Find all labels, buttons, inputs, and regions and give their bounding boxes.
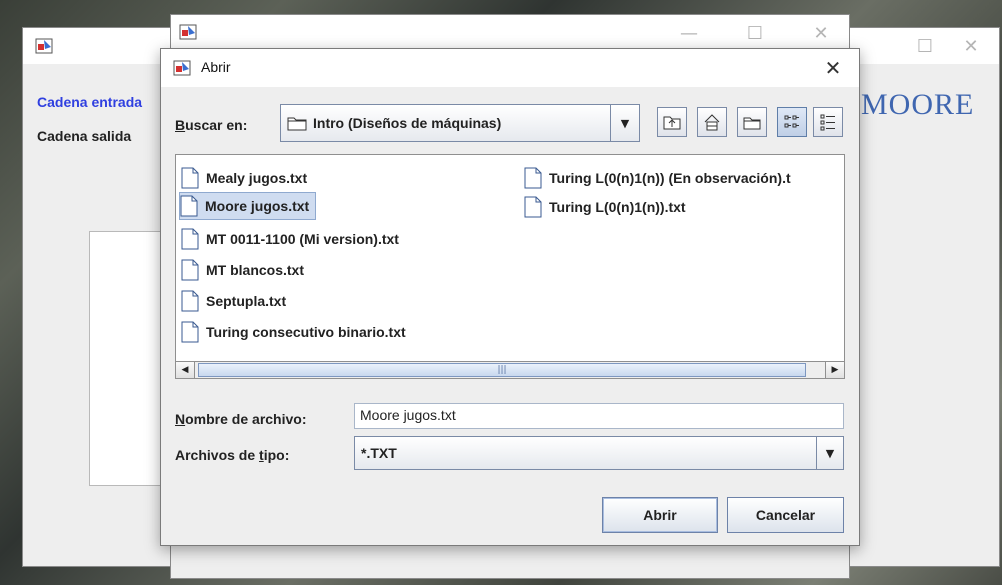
scroll-thumb[interactable]: |||	[198, 363, 806, 377]
file-item[interactable]: Mealy jugos.txt	[181, 164, 307, 192]
file-name-input[interactable]: Moore jugos.txt	[354, 403, 844, 429]
details-view-button[interactable]	[813, 107, 843, 137]
document-icon	[181, 167, 199, 189]
secondary-close-icon[interactable]: ✕	[799, 15, 843, 51]
open-file-dialog: Abrir ✕ Buscar en: Intro (Diseños de máq…	[160, 48, 860, 546]
file-type-value: *.TXT	[361, 445, 397, 461]
look-in-value: Intro (Diseños de máquinas)	[313, 115, 502, 131]
output-string-label: Cadena salida	[37, 128, 132, 144]
java-app-icon	[179, 23, 197, 41]
secondary-titlebar: — ☐ ✕	[171, 15, 849, 51]
up-folder-button[interactable]	[657, 107, 687, 137]
secondary-minimize-icon[interactable]: —	[667, 15, 711, 51]
java-app-icon	[35, 37, 53, 55]
open-button[interactable]: Abrir	[602, 497, 718, 533]
document-icon	[524, 196, 542, 218]
java-app-icon	[173, 59, 191, 77]
scroll-left-icon[interactable]: ◀	[176, 362, 195, 378]
look-in-label: Buscar en:	[175, 117, 248, 133]
file-type-combobox[interactable]: *.TXT ▼	[354, 436, 844, 470]
list-view-button[interactable]	[777, 107, 807, 137]
horizontal-scrollbar[interactable]: ◀ ||| ▶	[175, 361, 845, 379]
main-maximize-icon[interactable]: ☐	[903, 28, 947, 64]
scroll-right-icon[interactable]: ▶	[825, 362, 844, 378]
document-icon	[181, 228, 199, 250]
details-view-icon	[820, 114, 835, 131]
home-button[interactable]	[697, 107, 727, 137]
chevron-down-icon[interactable]: ▼	[816, 437, 843, 469]
up-folder-icon	[663, 116, 681, 130]
dialog-title: Abrir	[201, 59, 231, 75]
document-icon	[180, 195, 198, 217]
main-close-icon[interactable]: ✕	[949, 28, 993, 64]
document-icon	[181, 290, 199, 312]
new-folder-icon	[743, 117, 761, 130]
cancel-button[interactable]: Cancelar	[727, 497, 844, 533]
file-item[interactable]: Septupla.txt	[181, 287, 286, 315]
file-name-label: Nombre de archivo:	[175, 411, 307, 427]
document-icon	[524, 167, 542, 189]
document-icon	[181, 259, 199, 281]
file-item[interactable]: Turing L(0(n)1(n)) (En observación).t	[524, 164, 791, 192]
input-string-label: Cadena entrada	[37, 94, 143, 110]
list-view-icon	[784, 115, 799, 128]
file-item-selected[interactable]: Moore jugos.txt	[179, 192, 317, 220]
moore-title: MOORE	[861, 88, 975, 121]
dialog-titlebar: Abrir ✕	[161, 49, 859, 87]
folder-icon	[287, 117, 307, 131]
home-icon	[704, 114, 720, 131]
file-item[interactable]: MT 0011-1100 (Mi version).txt	[181, 225, 399, 253]
file-type-label: Archivos de tipo:	[175, 447, 290, 463]
file-item[interactable]: MT blancos.txt	[181, 256, 304, 284]
look-in-combobox[interactable]: Intro (Diseños de máquinas) ▼	[280, 104, 640, 142]
new-folder-button[interactable]	[737, 107, 767, 137]
file-list[interactable]: Mealy jugos.txt Moore jugos.txt MT 0011-…	[175, 154, 845, 379]
secondary-maximize-icon[interactable]: ☐	[733, 15, 777, 51]
dialog-close-icon[interactable]: ✕	[813, 49, 853, 87]
file-item[interactable]: Turing consecutivo binario.txt	[181, 318, 406, 346]
document-icon	[181, 321, 199, 343]
file-item[interactable]: Turing L(0(n)1(n)).txt	[524, 193, 686, 221]
chevron-down-icon[interactable]: ▼	[610, 105, 639, 141]
